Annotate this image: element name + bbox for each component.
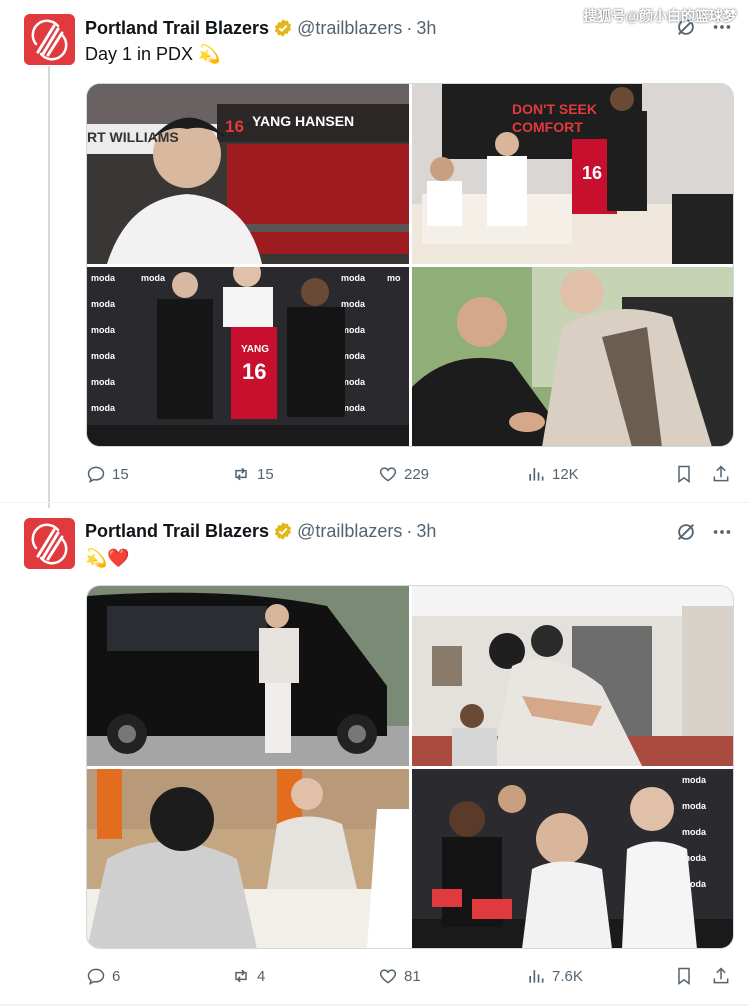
view-count: 12K [552,465,579,483]
like-button[interactable]: 81 [378,966,421,986]
like-count: 229 [404,465,430,483]
tweet-header: Portland Trail Blazers @trailblazers · 3… [85,519,436,543]
bookmark-icon [678,465,690,483]
tweet-header: Portland Trail Blazers @trailblazers · 3… [85,16,436,40]
separator-dot: · [406,17,413,38]
share-icon [713,465,729,482]
bookmark-icon [678,967,690,985]
repost-icon [235,467,247,481]
media-photo-4[interactable] [412,267,733,446]
svg-text:COMFORT: COMFORT [512,119,583,135]
svg-text:moda: moda [91,273,116,283]
tweet-action-bar: 6 4 81 7.6K [86,966,734,990]
verified-badge-icon [273,521,293,541]
like-icon [379,467,397,482]
share-icon [713,967,729,984]
share-button[interactable] [711,464,731,484]
author-name[interactable]: Portland Trail Blazers [85,18,269,39]
locker-neighbor-label: RT WILLIAMS [87,129,179,145]
repost-count: 4 [257,967,266,985]
reply-count: 15 [112,465,129,483]
author-name[interactable]: Portland Trail Blazers [85,521,269,542]
bookmark-button[interactable] [674,966,694,986]
reply-button[interactable]: 15 [86,464,129,484]
views-button[interactable]: 7.6K [526,966,583,986]
avatar[interactable] [24,14,75,65]
svg-text:moda: moda [682,827,707,837]
reply-icon [87,466,105,483]
svg-text:moda: moda [91,325,116,335]
blazers-logo-icon [24,518,75,569]
like-button[interactable]: 229 [378,464,429,484]
svg-text:mo: mo [387,273,401,283]
author-handle[interactable]: @trailblazers [297,521,402,542]
tweet-text: Day 1 in PDX 💫 [85,44,221,64]
tweet-top-actions [675,521,733,543]
media-photo-2[interactable]: DON'T SEEK COMFORT 16 [412,84,733,264]
repost-count: 15 [257,465,274,483]
svg-text:moda: moda [682,801,707,811]
locker-name-label: YANG HANSEN [252,113,354,129]
repost-icon [235,969,247,983]
svg-text:moda: moda [91,299,116,309]
avatar[interactable] [24,518,75,569]
verified-badge-icon [273,18,293,38]
like-icon [379,969,397,984]
view-count: 7.6K [552,967,583,985]
jersey-number-text: 16 [582,163,602,183]
tweet-text: 💫❤️ [85,548,130,568]
media-photo-4[interactable]: moda moda moda moda moda [412,769,733,948]
tweet-timestamp[interactable]: 3h [416,521,436,542]
media-photo-1[interactable]: 16 YANG HANSEN RT WILLIAMS [87,84,409,264]
svg-text:moda: moda [91,377,116,387]
tweet-1[interactable]: Portland Trail Blazers @trailblazers · 3… [0,0,749,503]
tweet-2[interactable]: Portland Trail Blazers @trailblazers · 3… [0,503,749,1006]
reply-icon [87,968,105,985]
views-button[interactable]: 12K [526,464,579,484]
more-icon[interactable] [711,521,733,543]
svg-text:moda: moda [91,403,116,413]
media-photo-3[interactable]: moda moda moda mo moda moda moda moda moda mod… [87,267,409,446]
blazers-logo-icon [24,14,75,65]
svg-text:16: 16 [242,359,266,384]
views-icon [529,468,544,481]
media-photo-2[interactable] [412,586,733,766]
repost-button[interactable]: 15 [231,464,274,484]
bookmark-button[interactable] [674,464,694,484]
like-count: 81 [404,967,421,985]
svg-text:moda: moda [682,775,707,785]
wall-sign-text: DON'T SEEK [512,101,597,117]
reply-button[interactable]: 6 [86,966,120,986]
reply-count: 6 [112,967,121,985]
tweet-media-grid: moda moda moda moda moda [86,585,734,949]
separator-dot: · [406,520,413,541]
jersey-name-text: YANG [241,344,269,355]
watermark: 搜狐号@颜小白的篮球梦 [583,8,737,24]
tweet-action-bar: 15 15 229 12K [86,464,734,488]
tweet-timestamp[interactable]: 3h [416,18,436,39]
locker-number-label: 16 [225,117,244,136]
svg-text:moda: moda [341,273,366,283]
svg-text:moda: moda [91,351,116,361]
author-handle[interactable]: @trailblazers [297,18,402,39]
media-photo-1[interactable] [87,586,409,766]
grok-icon[interactable] [675,521,697,543]
svg-text:moda: moda [141,273,166,283]
views-icon [529,970,544,983]
repost-button[interactable]: 4 [231,966,265,986]
media-photo-3[interactable] [87,769,409,948]
tweet-media-grid: 16 YANG HANSEN RT WILLIAMS DON'T SEEK CO… [86,83,734,447]
share-button[interactable] [711,966,731,986]
